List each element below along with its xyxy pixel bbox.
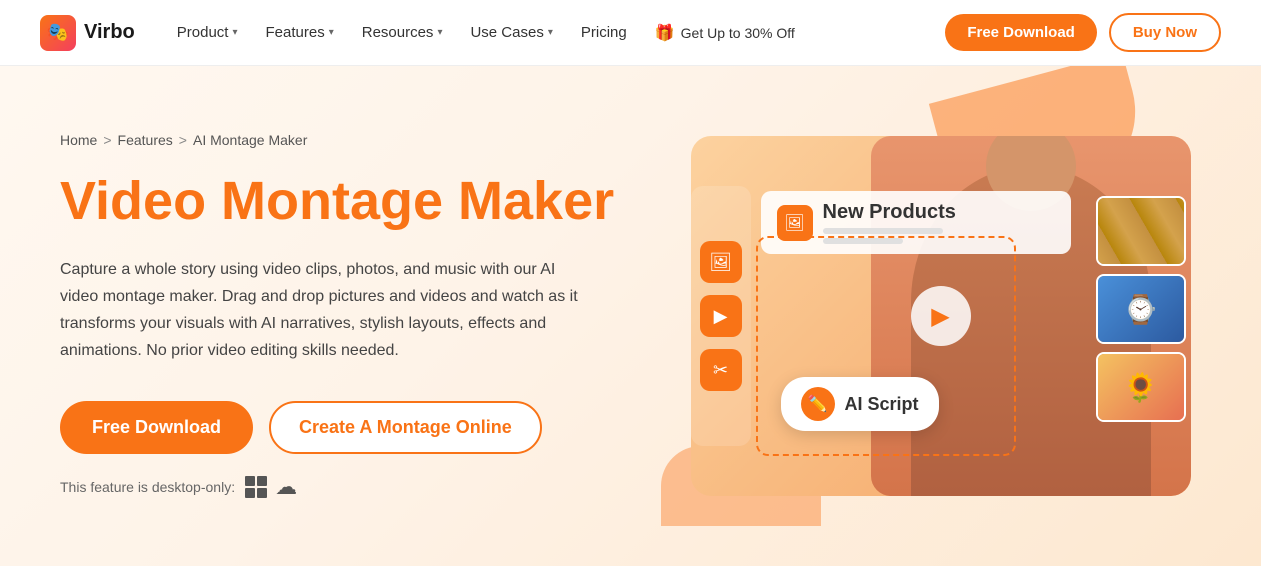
banner-line-1 [823, 228, 943, 234]
card-toolbar: 🖼 ▶ ✂ [691, 186, 751, 446]
main-card: 🖼 ▶ ✂ 🖼 New Products [691, 136, 1191, 496]
promo-icon: 🎁 [655, 23, 675, 43]
win-square-tl [245, 476, 255, 486]
nav-promo[interactable]: 🎁 Get Up to 30% Off [643, 15, 807, 51]
hero-buttons: Free Download Create A Montage Online [60, 401, 620, 454]
breadcrumb-current: AI Montage Maker [193, 132, 307, 148]
nav-pricing[interactable]: Pricing [569, 16, 639, 49]
win-square-tr [257, 476, 267, 486]
promo-label: Get Up to 30% Off [681, 25, 795, 41]
navbar: 🎭 Virbo Product ▾ Features ▾ Resources ▾… [0, 0, 1261, 66]
nav-buy-now-button[interactable]: Buy Now [1109, 13, 1221, 52]
desktop-only-label: This feature is desktop-only: [60, 479, 235, 495]
chevron-down-icon: ▾ [329, 27, 334, 38]
illustration-container: 🖼 ▶ ✂ 🖼 New Products [631, 106, 1191, 526]
thumbnail-stack: ⌚ 🌻 [1096, 196, 1186, 422]
chevron-down-icon: ▾ [232, 27, 237, 38]
breadcrumb-home[interactable]: Home [60, 132, 97, 148]
thumbnail-3: 🌻 [1096, 352, 1186, 422]
chevron-down-icon: ▾ [548, 27, 553, 38]
nav-product[interactable]: Product ▾ [165, 16, 250, 49]
logo-emoji: 🎭 [47, 22, 69, 43]
banner-line-2 [823, 238, 903, 244]
chevron-down-icon: ▾ [437, 27, 442, 38]
breadcrumb: Home > Features > AI Montage Maker [60, 132, 620, 148]
hero-description: Capture a whole story using video clips,… [60, 256, 580, 365]
nav-free-download-button[interactable]: Free Download [945, 14, 1097, 51]
banner-lines [823, 228, 956, 244]
breadcrumb-sep-1: > [103, 132, 111, 148]
win-square-br [257, 488, 267, 498]
windows-icon [245, 476, 267, 498]
play-circle-button[interactable]: ▶ [911, 286, 971, 346]
ai-script-icon: ✏️ [801, 387, 835, 421]
new-products-banner: 🖼 New Products [761, 191, 1071, 254]
logo[interactable]: 🎭 Virbo [40, 15, 135, 51]
nav-features[interactable]: Features ▾ [254, 16, 346, 49]
hero-create-montage-button[interactable]: Create A Montage Online [269, 401, 542, 454]
banner-content: New Products [823, 201, 956, 244]
tool-image-button[interactable]: 🖼 [700, 241, 742, 283]
nav-items: Product ▾ Features ▾ Resources ▾ Use Cas… [165, 15, 930, 51]
breadcrumb-sep-2: > [179, 132, 187, 148]
logo-icon: 🎭 [40, 15, 76, 51]
breadcrumb-features[interactable]: Features [118, 132, 173, 148]
thumbnail-1 [1096, 196, 1186, 266]
cloud-download-icon: ☁ [275, 474, 297, 500]
banner-title: New Products [823, 201, 956, 224]
nav-cta: Free Download Buy Now [945, 13, 1221, 52]
hero-section: Home > Features > AI Montage Maker Video… [0, 66, 1261, 566]
ai-script-badge[interactable]: ✏️ AI Script [781, 377, 939, 431]
tool-play-button[interactable]: ▶ [700, 295, 742, 337]
hero-title: Video Montage Maker [60, 172, 620, 231]
thumbnail-2: ⌚ [1096, 274, 1186, 344]
ai-script-label: AI Script [845, 394, 919, 415]
desktop-only-notice: This feature is desktop-only: ☁ [60, 474, 620, 500]
nav-resources[interactable]: Resources ▾ [350, 16, 455, 49]
hero-left: Home > Features > AI Montage Maker Video… [60, 66, 620, 566]
tool-scissors-button[interactable]: ✂ [700, 349, 742, 391]
brand-name: Virbo [84, 21, 135, 44]
banner-image-icon: 🖼 [777, 205, 813, 241]
win-square-bl [245, 488, 255, 498]
hero-illustration: 🖼 ▶ ✂ 🖼 New Products [620, 66, 1201, 566]
hero-free-download-button[interactable]: Free Download [60, 401, 253, 454]
nav-use-cases[interactable]: Use Cases ▾ [458, 16, 564, 49]
desktop-icons: ☁ [245, 474, 297, 500]
